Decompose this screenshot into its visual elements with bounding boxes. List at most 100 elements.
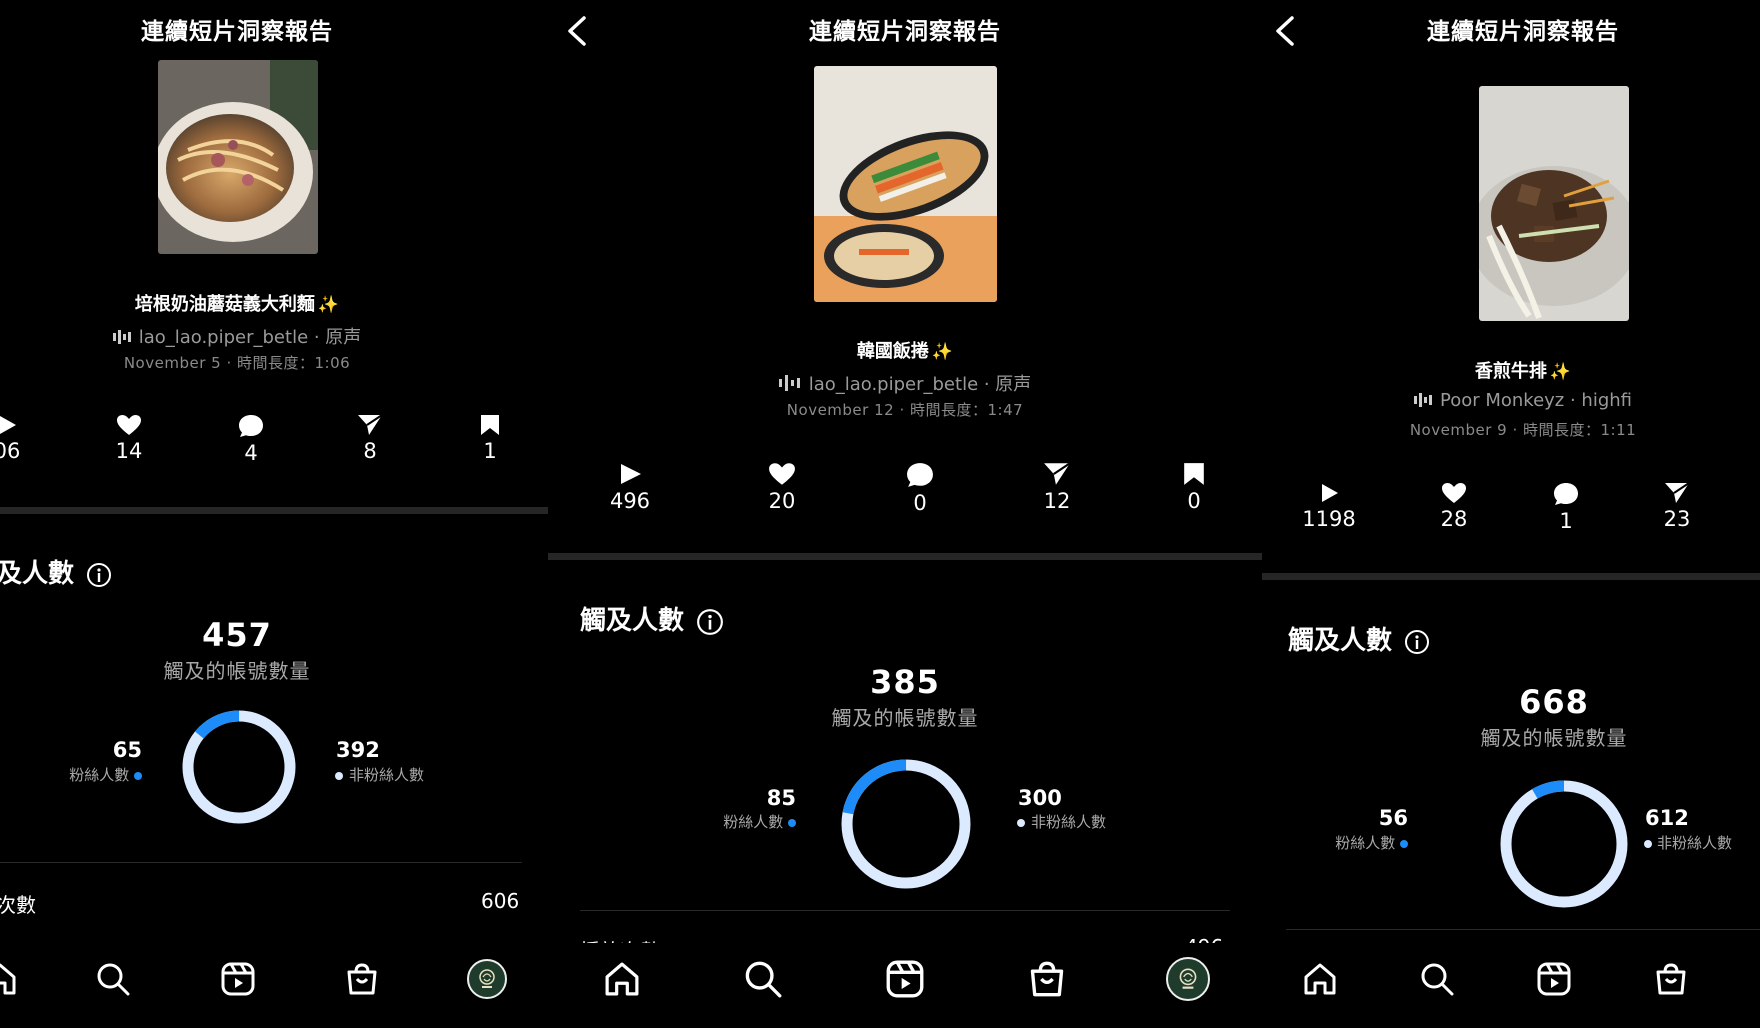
stat-shares-value: 8 bbox=[363, 439, 377, 463]
stat-likes: 28 bbox=[1409, 482, 1499, 531]
followers-label-text: 粉絲人數 bbox=[69, 766, 130, 784]
send-icon bbox=[358, 414, 383, 435]
non-followers-value: 392 bbox=[336, 738, 380, 762]
non-followers-value: 612 bbox=[1645, 806, 1689, 830]
insights-panel-3: 連續短片洞察報告 香煎牛排 ✨ Poor Monkeyz · highfi Nov… bbox=[1262, 0, 1760, 1028]
row-divider bbox=[1286, 929, 1760, 930]
reach-donut-chart bbox=[838, 756, 974, 892]
comment-icon bbox=[1554, 483, 1578, 505]
search-icon[interactable] bbox=[741, 957, 785, 1001]
search-icon[interactable] bbox=[1415, 957, 1459, 1001]
reach-subtitle: 觸及的帳號數量 bbox=[163, 659, 311, 683]
profile-avatar[interactable] bbox=[1166, 957, 1210, 1001]
shop-icon[interactable] bbox=[1025, 957, 1069, 1001]
home-icon[interactable] bbox=[0, 957, 22, 1001]
shop-icon[interactable] bbox=[340, 957, 384, 1001]
section-divider bbox=[1262, 573, 1760, 580]
home-icon[interactable] bbox=[1298, 957, 1342, 1001]
stat-saves: 0 bbox=[1149, 462, 1239, 513]
reach-total: 385 bbox=[870, 663, 940, 701]
header-title: 連續短片洞察報告 bbox=[1427, 19, 1619, 45]
stat-plays-value: 1198 bbox=[1302, 507, 1356, 531]
followers-value: 85 bbox=[766, 786, 796, 810]
profile-avatar[interactable] bbox=[465, 957, 509, 1001]
non-followers-label: 非粉絲人數 bbox=[1644, 832, 1732, 853]
stat-saves-value: 0 bbox=[1187, 489, 1201, 513]
sparkle-icon: ✨ bbox=[931, 342, 954, 362]
row-divider bbox=[580, 910, 1230, 911]
audio-bars-icon bbox=[112, 328, 131, 349]
non-follower-legend-dot bbox=[1644, 839, 1652, 848]
post-title: 培根奶油蘑菇義大利麵 ✨ bbox=[0, 290, 474, 316]
non-followers-label: 非粉絲人數 bbox=[335, 764, 424, 785]
stat-plays-value: 496 bbox=[609, 489, 651, 513]
post-meta: November 12 · 時間長度：1:47 bbox=[786, 401, 1024, 419]
stat-plays: 496 bbox=[585, 462, 675, 513]
audio-info[interactable]: lao_lao.piper_betle · 原声 bbox=[548, 370, 1262, 396]
follower-arc bbox=[841, 759, 971, 889]
sparkle-icon: ✨ bbox=[1549, 362, 1572, 382]
stat-comments: 0 bbox=[875, 462, 965, 515]
reel-thumbnail[interactable] bbox=[1479, 86, 1629, 321]
followers-label: 粉絲人數 bbox=[2, 764, 142, 785]
follower-legend-dot bbox=[134, 771, 142, 780]
audio-text: Poor Monkeyz · highfi bbox=[1439, 390, 1632, 411]
info-icon[interactable] bbox=[696, 608, 724, 636]
stat-comments: 1 bbox=[1521, 482, 1611, 533]
post-title: 香煎牛排 ✨ bbox=[1262, 357, 1760, 383]
follower-legend-dot bbox=[1400, 839, 1408, 848]
heart-icon bbox=[769, 463, 795, 485]
followers-value: 56 bbox=[1378, 806, 1408, 830]
audio-text: lao_lao.piper_betle · 原声 bbox=[138, 327, 362, 348]
non-followers-label-text: 非粉絲人數 bbox=[1657, 834, 1733, 852]
heart-icon bbox=[1442, 483, 1466, 503]
audio-info[interactable]: lao_lao.piper_betle · 原声 bbox=[0, 323, 474, 349]
reel-thumbnail[interactable] bbox=[814, 66, 997, 302]
follower-arc bbox=[182, 710, 296, 824]
post-title-text: 培根奶油蘑菇義大利麵 bbox=[134, 294, 315, 315]
non-followers-label-text: 非粉絲人數 bbox=[349, 766, 425, 784]
info-icon[interactable] bbox=[86, 562, 112, 588]
stat-saves-value: 1 bbox=[483, 439, 497, 463]
reels-icon[interactable] bbox=[883, 957, 927, 1001]
non-follower-legend-dot bbox=[335, 771, 343, 780]
reach-heading: 觸及人數 bbox=[580, 600, 724, 637]
stat-comments-value: 0 bbox=[913, 491, 927, 515]
bottom-nav bbox=[548, 943, 1262, 1028]
home-icon[interactable] bbox=[600, 957, 644, 1001]
reels-icon[interactable] bbox=[1532, 957, 1576, 1001]
reach-total: 457 bbox=[202, 616, 272, 654]
audio-bars-icon bbox=[1413, 391, 1432, 412]
audio-bars-icon bbox=[778, 374, 801, 396]
comment-icon bbox=[907, 463, 933, 487]
search-icon[interactable] bbox=[91, 957, 135, 1001]
bookmark-icon bbox=[1184, 463, 1204, 485]
audio-info[interactable]: Poor Monkeyz · highfi bbox=[1262, 390, 1760, 412]
play-icon bbox=[1322, 484, 1338, 502]
stat-saves: 1 bbox=[445, 414, 535, 463]
stat-comments-value: 1 bbox=[1559, 509, 1573, 533]
header-title: 連續短片洞察報告 bbox=[809, 19, 1001, 45]
non-follower-legend-dot bbox=[1017, 818, 1025, 827]
sparkle-icon: ✨ bbox=[317, 295, 340, 315]
stat-shares-value: 12 bbox=[1043, 489, 1071, 513]
heart-icon bbox=[117, 415, 141, 435]
reels-icon[interactable] bbox=[216, 957, 260, 1001]
bottom-nav bbox=[1262, 942, 1760, 1028]
shop-icon[interactable] bbox=[1649, 957, 1693, 1001]
section-divider bbox=[548, 553, 1262, 560]
section-divider bbox=[0, 507, 548, 514]
reel-thumbnail[interactable] bbox=[158, 60, 318, 254]
info-icon[interactable] bbox=[1404, 629, 1430, 655]
non-followers-label-text: 非粉絲人數 bbox=[1031, 813, 1107, 831]
send-icon bbox=[1044, 462, 1071, 485]
insights-panel-2: 連續短片洞察報告 韓國飯捲 ✨ lao_lao.piper_betle · 原声 … bbox=[548, 0, 1262, 1028]
stat-comments: 4 bbox=[206, 414, 296, 465]
stat-likes-value: 14 bbox=[115, 439, 143, 463]
reach-subtitle: 觸及的帳號數量 bbox=[831, 706, 979, 730]
reach-subtitle: 觸及的帳號數量 bbox=[1480, 726, 1628, 750]
stat-plays-value: 06 bbox=[0, 439, 21, 463]
comment-icon bbox=[239, 415, 263, 437]
stat-plays: 06 bbox=[0, 414, 52, 463]
reach-heading-text: 觸及人數 bbox=[1288, 626, 1393, 656]
